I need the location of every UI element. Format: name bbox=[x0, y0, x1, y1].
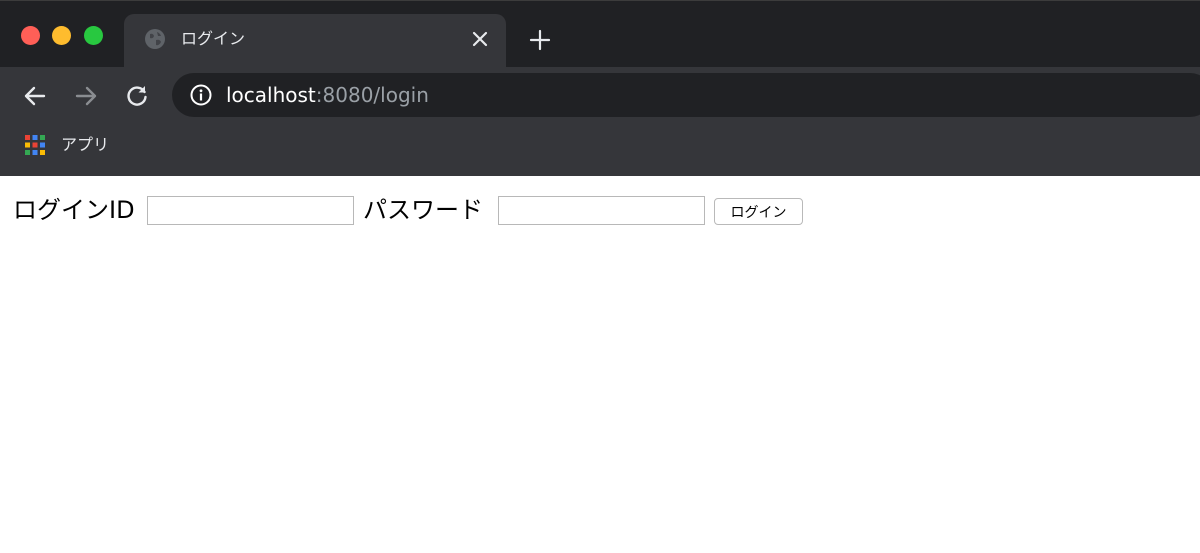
page-content: ログインID パスワード ログイン bbox=[0, 176, 1200, 553]
globe-icon bbox=[145, 29, 165, 49]
bookmarks-bar: アプリ bbox=[0, 124, 1200, 176]
login-id-input[interactable] bbox=[147, 196, 354, 225]
url-path: :8080/login bbox=[315, 83, 429, 107]
password-label: パスワード bbox=[363, 196, 483, 224]
tab-strip: ログイン bbox=[0, 0, 1200, 68]
minimize-window-button[interactable] bbox=[52, 26, 71, 45]
close-tab-icon[interactable] bbox=[470, 29, 490, 49]
zoom-window-button[interactable] bbox=[84, 26, 103, 45]
apps-grid-icon bbox=[25, 135, 45, 155]
password-input[interactable] bbox=[498, 196, 705, 225]
close-window-button[interactable] bbox=[21, 26, 40, 45]
tab-title: ログイン bbox=[181, 29, 246, 48]
login-id-label: ログインID bbox=[13, 196, 135, 224]
forward-arrow-icon[interactable] bbox=[73, 83, 99, 109]
new-tab-icon[interactable] bbox=[528, 28, 552, 52]
url-host: localhost bbox=[226, 83, 316, 107]
browser-toolbar: localhost:8080/login bbox=[0, 67, 1200, 124]
address-bar[interactable]: localhost:8080/login bbox=[172, 73, 1200, 117]
login-button[interactable]: ログイン bbox=[714, 198, 803, 225]
back-arrow-icon[interactable] bbox=[22, 83, 48, 109]
browser-window: ログイン localhost:8080/login アプリ ログインID パスワ… bbox=[0, 0, 1200, 553]
apps-label: アプリ bbox=[61, 135, 110, 154]
url-text[interactable]: localhost:8080/login bbox=[226, 83, 429, 107]
reload-icon[interactable] bbox=[124, 83, 150, 109]
info-icon[interactable] bbox=[190, 84, 212, 106]
tab-login[interactable]: ログイン bbox=[124, 14, 506, 68]
